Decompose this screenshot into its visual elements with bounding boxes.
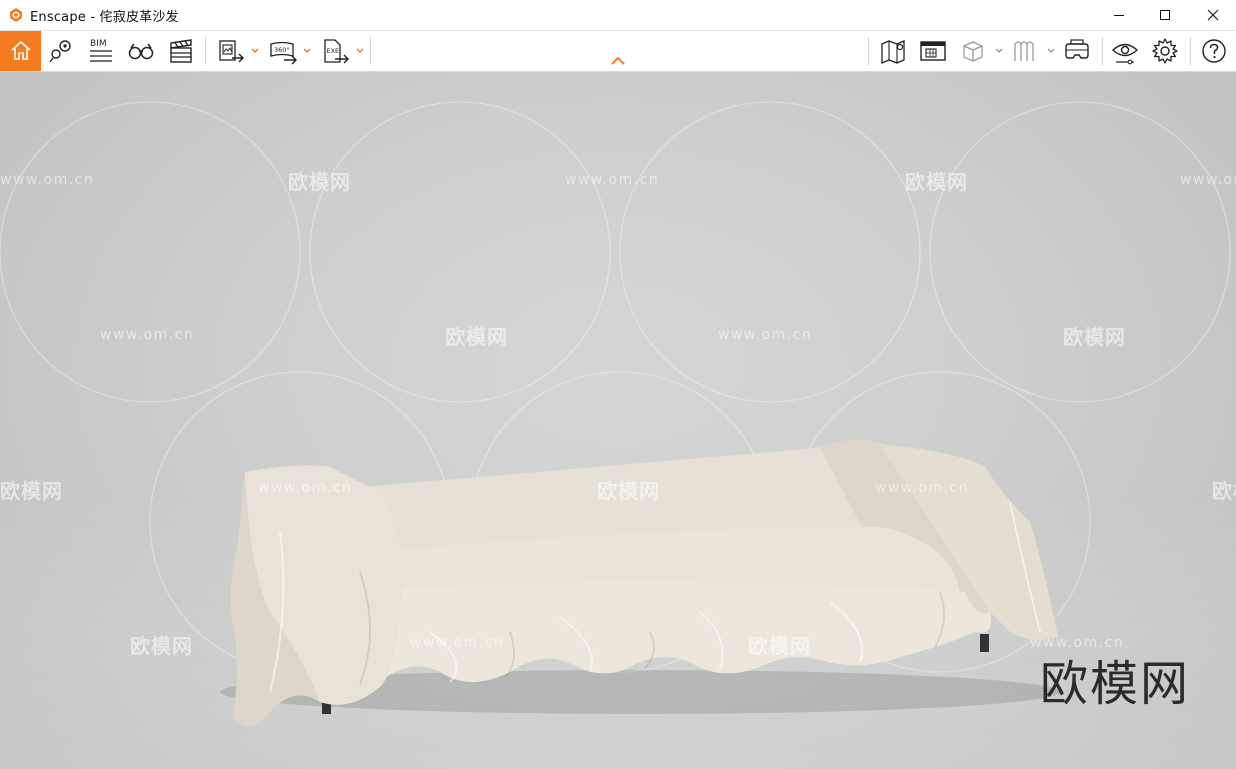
cube-icon <box>963 41 983 62</box>
batch-render-icon <box>219 40 244 63</box>
vr-button[interactable] <box>1060 34 1094 68</box>
visual-settings-button[interactable] <box>1108 34 1142 68</box>
materials-icon <box>1014 41 1034 61</box>
watermark-url: www.om.cn <box>410 635 505 651</box>
render-viewport[interactable]: 欧模网 欧模网 www.om.cn www.om.cn www.om.cn 欧模… <box>0 72 1236 769</box>
batch-render-button[interactable] <box>214 34 248 68</box>
chevron-down-icon <box>995 48 1003 54</box>
eye-icon <box>1111 43 1139 65</box>
exe-export-button[interactable]: EXE <box>318 34 352 68</box>
title-bar: Enscape - 侘寂皮革沙发 <box>0 0 1236 31</box>
bim-button[interactable]: BIM <box>84 34 118 68</box>
watermark-brand: 欧模网 <box>597 479 660 503</box>
watermark-url: www.om.cn <box>100 327 195 343</box>
watermark-brand: 欧模网 <box>1063 325 1126 349</box>
asset-library-icon <box>920 41 946 61</box>
views-button[interactable] <box>44 34 78 68</box>
gear-icon <box>1152 38 1178 64</box>
chevron-down-icon <box>251 48 259 54</box>
chevron-down-icon <box>356 48 364 54</box>
watermark-logo-text: 欧模网 <box>1040 656 1191 712</box>
home-icon <box>10 40 31 60</box>
chevron-down-icon <box>1047 48 1055 54</box>
watermark-url: www.om.cn <box>1180 172 1236 188</box>
watermark-url: www.om.cn <box>875 480 970 496</box>
watermark-brand: 欧模网 <box>905 170 968 194</box>
toolbar-divider <box>370 37 371 65</box>
bim-icon: BIM <box>90 39 112 62</box>
asset-library-button[interactable] <box>916 34 950 68</box>
vr-headset-icon <box>1065 39 1089 59</box>
window-title: Enscape - 侘寂皮革沙发 <box>30 10 179 25</box>
chevron-up-icon <box>611 56 625 65</box>
binoculars-button[interactable] <box>124 34 158 68</box>
maximize-button[interactable] <box>1142 0 1188 30</box>
cube-dropdown[interactable] <box>994 44 1004 58</box>
sofa-leg <box>980 634 989 652</box>
minimize-button[interactable] <box>1096 0 1142 30</box>
bim-label: BIM <box>90 39 107 49</box>
exe-label: EXE <box>327 47 340 55</box>
chevron-down-icon <box>303 48 311 54</box>
clapperboard-icon <box>170 39 192 63</box>
minimize-icon <box>1114 15 1124 16</box>
toolbar-divider <box>1190 37 1191 65</box>
views-marker-icon <box>49 40 71 63</box>
video-editor-button[interactable] <box>164 34 198 68</box>
settings-button[interactable] <box>1148 34 1182 68</box>
panorama-dropdown[interactable] <box>302 44 312 58</box>
watermark-brand: 欧模网 <box>288 170 351 194</box>
close-button[interactable] <box>1190 0 1236 30</box>
close-icon <box>1207 9 1219 21</box>
watermark-url: www.om.cn <box>258 480 353 496</box>
map-icon <box>881 40 905 64</box>
watermark-brand: 欧模网 <box>130 634 193 658</box>
watermark-url: www.om.cn <box>565 172 660 188</box>
toolbar-collapse-toggle[interactable] <box>608 54 628 68</box>
maximize-icon <box>1160 10 1170 20</box>
home-button[interactable] <box>0 31 41 71</box>
toolbar-divider <box>1102 37 1103 65</box>
panorama-360-icon: 360° <box>270 41 297 65</box>
cube-button[interactable] <box>956 34 990 68</box>
watermark-brand: 欧模网 <box>748 634 811 658</box>
exe-export-icon: EXE <box>324 39 349 64</box>
toolbar-divider <box>205 37 206 65</box>
watermark-brand: 欧模网 <box>0 479 63 503</box>
batch-render-dropdown[interactable] <box>250 44 260 58</box>
watermark-url: www.om.cn <box>718 327 813 343</box>
watermark-brand: 欧模网 <box>445 325 508 349</box>
materials-button[interactable] <box>1008 34 1042 68</box>
panorama-button[interactable]: 360° <box>266 34 300 68</box>
map-button[interactable] <box>876 34 910 68</box>
materials-dropdown[interactable] <box>1046 44 1056 58</box>
exe-export-dropdown[interactable] <box>355 44 365 58</box>
enscape-window: Enscape - 侘寂皮革沙发 BIM 360° EXE www.om.cn … <box>0 0 1236 769</box>
watermark-brand: 欧模网 <box>1212 479 1236 503</box>
binoculars-icon <box>128 43 154 60</box>
help-button[interactable] <box>1197 34 1231 68</box>
panorama-label: 360° <box>274 46 290 54</box>
enscape-logo-icon <box>10 8 22 22</box>
watermark-url: www.om.cn <box>0 172 95 188</box>
help-icon <box>1202 39 1226 63</box>
toolbar-divider <box>868 37 869 65</box>
